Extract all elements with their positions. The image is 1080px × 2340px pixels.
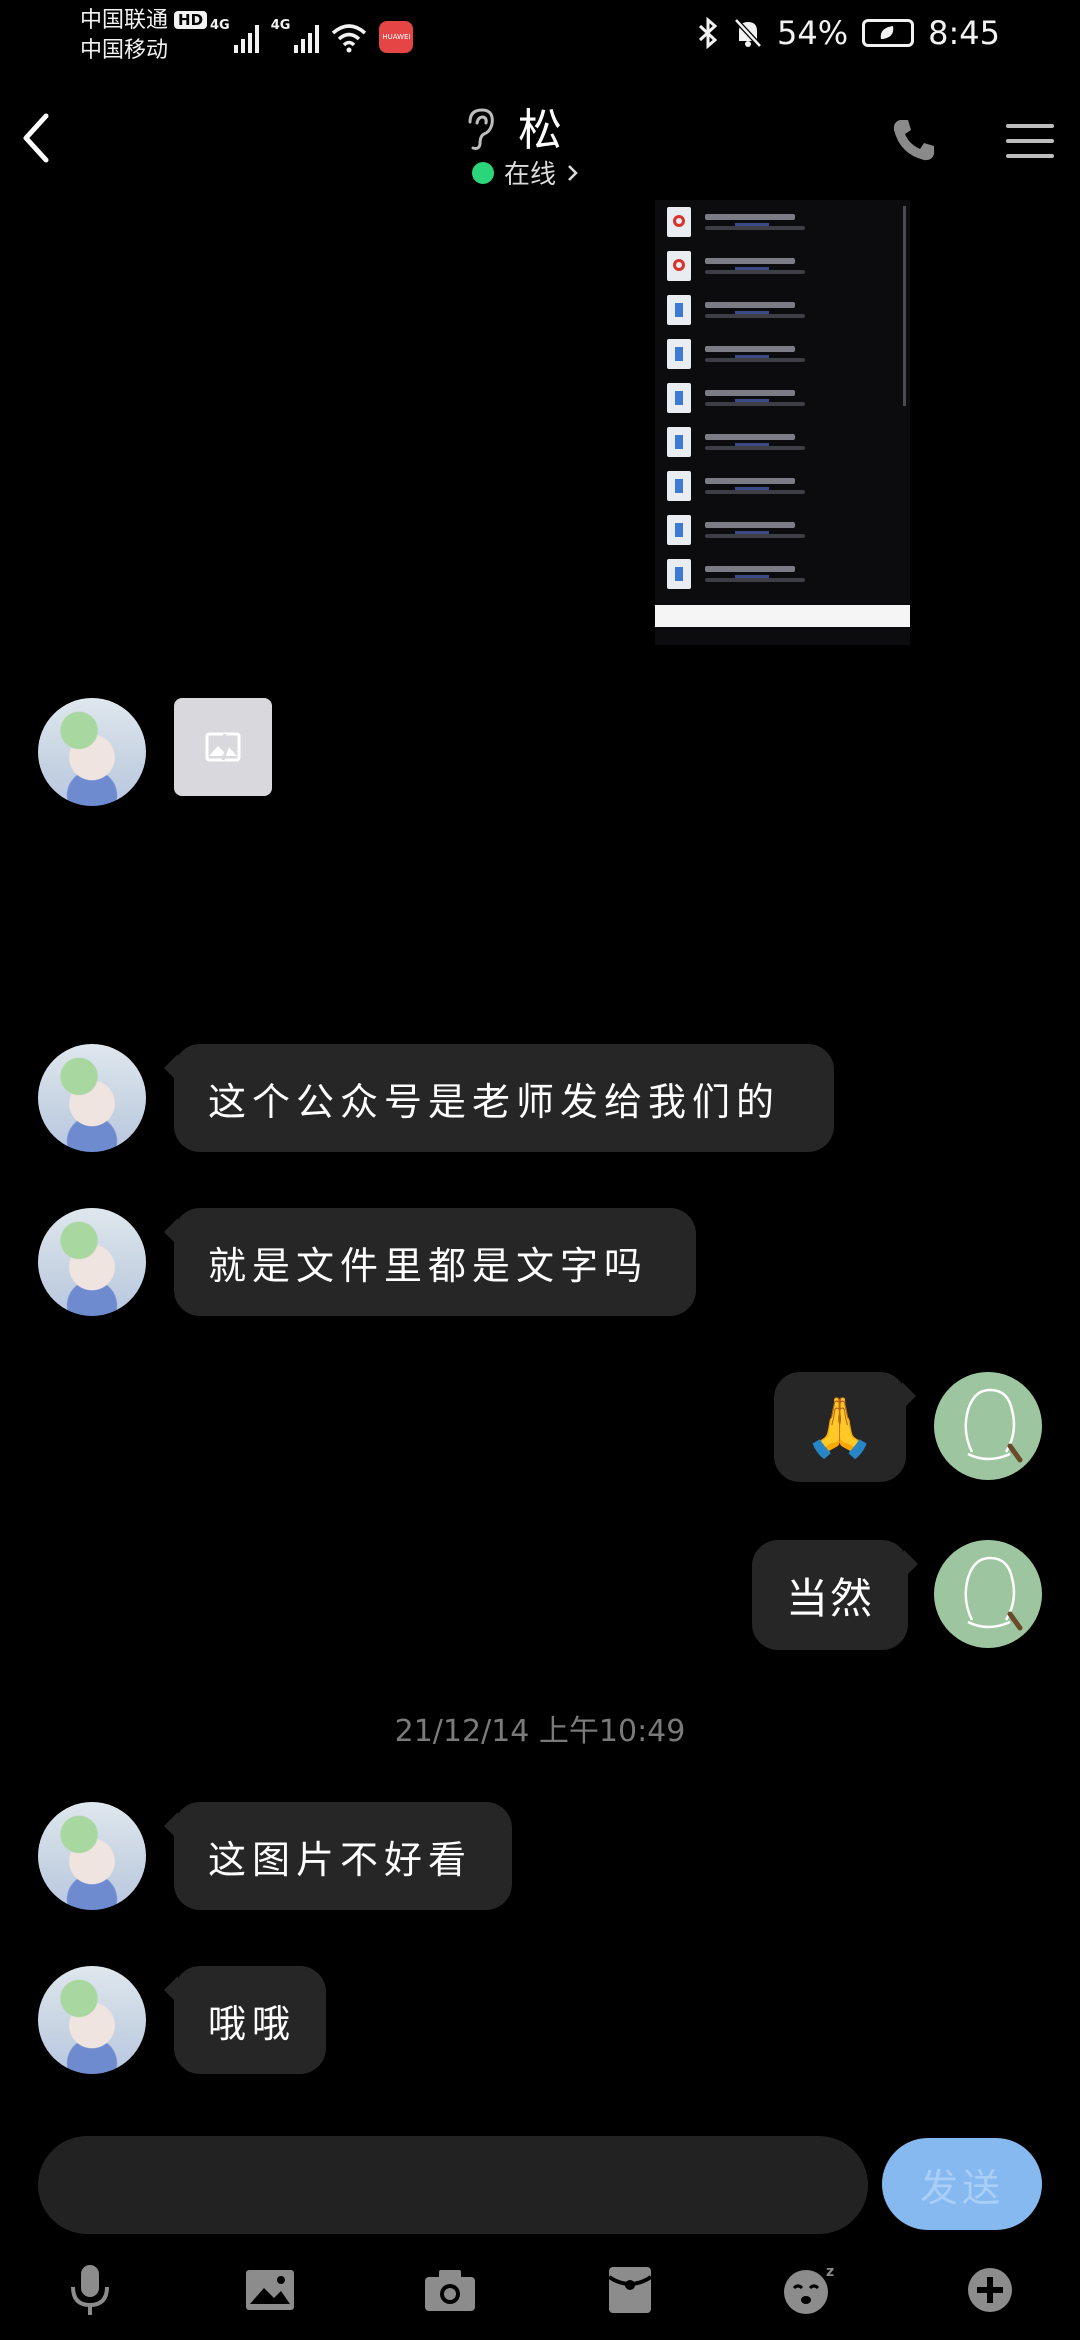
qq-sketch-icon [964, 1388, 1023, 1463]
file-list-item [667, 248, 897, 284]
network-type-2: 4G [270, 18, 291, 33]
file-list-item [667, 292, 897, 328]
qq-sketch-icon [964, 1556, 1023, 1631]
file-list-item [667, 424, 897, 460]
message-bubble-received[interactable]: 就是文件里都是文字吗 [164, 1208, 696, 1316]
online-dot-icon [472, 161, 494, 184]
contact-avatar[interactable] [38, 1044, 146, 1152]
status-bar: 中国联通 HD 中国移动 4G 4G HUAWEI 54% 8:45 [0, 0, 1080, 80]
file-list-item [667, 204, 897, 240]
svg-text:z: z [826, 2264, 834, 2280]
message-input[interactable] [38, 2136, 868, 2234]
txt-file-icon [667, 427, 691, 457]
online-status-label: 在线 [504, 160, 557, 190]
file-list-item [667, 468, 897, 504]
more-button[interactable] [960, 2260, 1020, 2320]
contact-avatar[interactable] [38, 698, 146, 806]
message-text: 当然 [785, 1573, 874, 1623]
chevron-right-icon [568, 164, 578, 181]
contact-name[interactable]: 松 [518, 94, 562, 158]
emoji-icon: z [784, 2264, 834, 2314]
screenshot-scrollbar [903, 206, 906, 406]
mute-bell-icon [734, 18, 762, 48]
clock: 8:45 [928, 14, 1000, 52]
message-text: 这图片不好看 [208, 1837, 473, 1882]
camera-icon [425, 2270, 475, 2311]
message-bubble-sent[interactable]: 🙏 [774, 1372, 916, 1482]
txt-file-icon [667, 339, 691, 369]
red-packet-button[interactable] [600, 2260, 660, 2320]
pdf-file-icon [667, 207, 691, 237]
emoji-button[interactable]: z [780, 2260, 840, 2320]
file-list-item [667, 556, 897, 592]
my-avatar[interactable] [934, 1372, 1042, 1480]
battery-percent: 54% [777, 14, 849, 52]
message-bubble-received[interactable]: 这个公众号是老师发给我们的 [164, 1044, 834, 1152]
file-list-item [667, 512, 897, 548]
message-bubble-received[interactable]: 哦哦 [164, 1966, 326, 2074]
chat-header: 松 在线 [0, 80, 1080, 200]
bluetooth-icon [698, 17, 718, 49]
contact-avatar[interactable] [38, 1802, 146, 1910]
menu-button[interactable] [1002, 116, 1058, 166]
pdf-file-icon [667, 251, 691, 281]
network-icons: 4G 4G HUAWEI [210, 18, 414, 53]
plus-icon [968, 2268, 1012, 2312]
phone-call-button[interactable] [888, 114, 940, 166]
txt-file-icon [667, 295, 691, 325]
image-button[interactable] [240, 2260, 300, 2320]
hd-badge: HD [174, 11, 208, 29]
txt-file-icon [667, 383, 691, 413]
status-right: 54% 8:45 [697, 14, 1000, 52]
ear-mode-icon[interactable] [462, 106, 498, 152]
red-packet-icon [607, 2267, 653, 2313]
back-button[interactable] [16, 108, 60, 168]
contact-avatar[interactable] [38, 1966, 146, 2074]
carrier-info: 中国联通 HD 中国移动 [80, 6, 208, 66]
message-text: 哦哦 [208, 2001, 297, 2046]
screenshot-image-message[interactable] [655, 200, 910, 645]
online-status[interactable]: 在线 [472, 154, 580, 191]
message-timestamp: 21/12/14 上午10:49 [394, 1714, 686, 1749]
message-bubble-sent[interactable]: 当然 [752, 1540, 918, 1650]
txt-file-icon [667, 471, 691, 501]
camera-button[interactable] [420, 2260, 480, 2320]
network-type-1: 4G [210, 18, 230, 33]
contact-avatar[interactable] [38, 1208, 146, 1316]
message-text: 就是文件里都是文字吗 [208, 1243, 649, 1288]
input-toolbar: z [0, 2250, 1080, 2326]
broken-image-message[interactable] [174, 698, 272, 796]
txt-file-icon [667, 515, 691, 545]
image-icon [246, 2270, 294, 2310]
broken-image-icon [205, 732, 241, 762]
message-text: 这个公众号是老师发给我们的 [208, 1079, 781, 1124]
file-list-item [667, 380, 897, 416]
carrier-2: 中国移动 [80, 38, 169, 63]
txt-file-icon [667, 559, 691, 589]
app-notification-icon: HUAWEI [379, 21, 414, 53]
microphone-icon [71, 2265, 109, 2315]
screenshot-bottom-bar [655, 605, 910, 627]
wifi-icon [332, 24, 367, 53]
pray-emoji: 🙏 [803, 1392, 877, 1461]
carrier-1: 中国联通 [80, 8, 169, 33]
signal-icon-2 [294, 23, 320, 53]
signal-icon [233, 23, 259, 53]
message-bubble-received[interactable]: 这图片不好看 [164, 1802, 512, 1910]
send-button[interactable]: 发送 [882, 2138, 1042, 2230]
file-list-item [667, 336, 897, 372]
battery-icon [862, 19, 915, 47]
my-avatar[interactable] [934, 1540, 1042, 1648]
voice-button[interactable] [60, 2260, 120, 2320]
